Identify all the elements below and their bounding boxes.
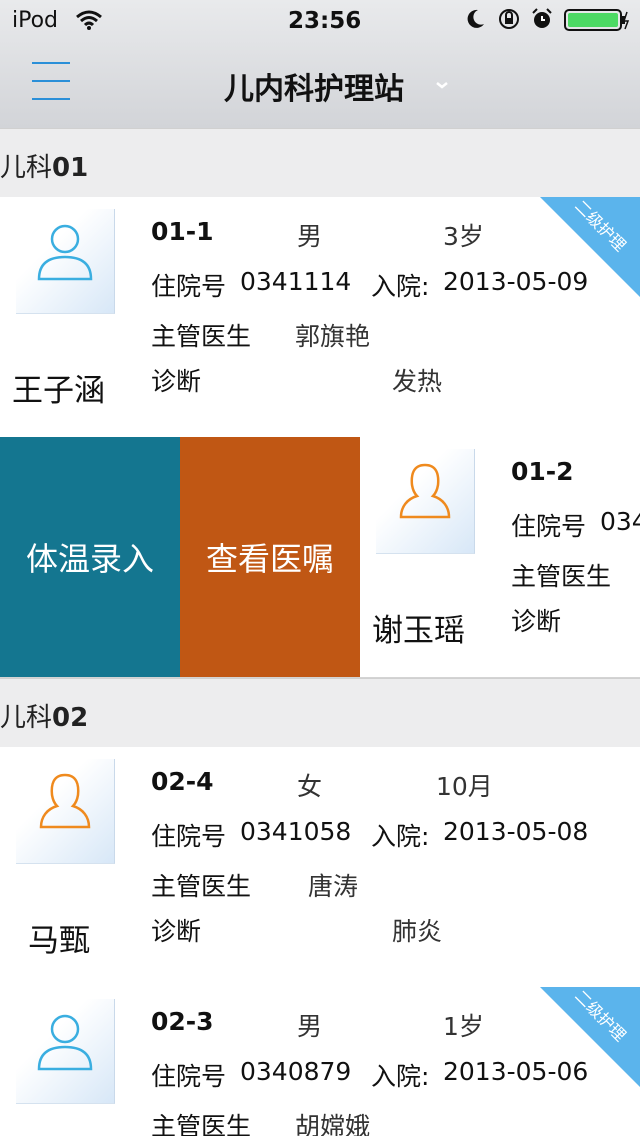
section-label: 儿科02 (0, 697, 88, 734)
patient-sex: 女 (297, 772, 323, 801)
patient-name: 马甄 (28, 923, 90, 959)
chevron-down-icon (436, 82, 448, 89)
section-label: 儿科01 (0, 147, 88, 184)
view-orders-button[interactable]: 查看医嘱 (180, 437, 360, 677)
doctor-label: 主管医生 (151, 1112, 252, 1136)
patient-name: 谢玉瑶 (372, 613, 465, 649)
bed-number: 02-4 (151, 767, 214, 796)
section-header: 儿科02 (0, 678, 640, 748)
carrier-label: iPod (12, 8, 59, 33)
nursing-level-ribbon: 二级护理 (540, 197, 640, 297)
patient-row[interactable]: 马甄 02-4 女 10月 住院号 0341058 入院: 2013-05-08… (0, 747, 640, 988)
admission-no: 0341114 (240, 267, 352, 296)
avatar (16, 209, 115, 314)
admission-no-label: 住院号 (151, 272, 227, 301)
patient-row[interactable]: 02-3 男 1岁 住院号 0340879 入院: 2013-05-06 主管医… (0, 987, 640, 1136)
bed-number: 02-3 (151, 1007, 214, 1036)
menu-icon-line (32, 80, 70, 82)
person-icon (37, 224, 93, 281)
admit-label: 入院: (371, 272, 430, 301)
doctor-name: 胡嫦娥 (295, 1112, 371, 1136)
patient-row[interactable]: 王子涵 01-1 男 3岁 住院号 0341114 入院: 2013-05-09… (0, 197, 640, 438)
diagnosis-label: 诊断 (151, 917, 202, 946)
patient-sex: 男 (297, 1012, 323, 1041)
patient-age: 1岁 (443, 1012, 484, 1041)
station-selector[interactable]: 儿内科护理站 (224, 64, 464, 108)
admission-no-label: 住院号 (511, 512, 587, 541)
section-label-number: 02 (52, 703, 89, 733)
patient-sex: 男 (297, 222, 323, 251)
person-icon (399, 463, 451, 519)
rotation-lock-icon (499, 9, 519, 29)
patient-age: 10月 (436, 772, 493, 801)
diagnosis-label: 诊断 (151, 367, 202, 396)
section-label-prefix: 儿科 (0, 153, 53, 183)
admission-no: 034 (600, 507, 640, 536)
section-label-prefix: 儿科 (0, 703, 53, 733)
patient-row-swiped[interactable]: 体温录入 查看医嘱 谢玉瑶 01-2 住院号 034 主管医生 诊断 (0, 437, 640, 678)
nav-title: 儿内科护理站 (224, 72, 404, 107)
menu-icon-line (32, 98, 70, 100)
admission-no-label: 住院号 (151, 1062, 227, 1091)
moon-icon (467, 9, 484, 28)
top-bar: iPod 23:56 儿内科护理站 (0, 0, 640, 129)
nursing-level-ribbon: 二级护理 (540, 987, 640, 1087)
bed-number: 01-2 (511, 457, 574, 486)
avatar (376, 449, 475, 554)
admission-no-label: 住院号 (151, 822, 227, 851)
doctor-name: 唐涛 (308, 872, 359, 901)
doctor-label: 主管医生 (151, 872, 252, 901)
admit-date: 2013-05-08 (443, 817, 589, 846)
patient-name: 王子涵 (12, 373, 105, 409)
doctor-label: 主管医生 (511, 562, 612, 591)
battery-icon (564, 9, 630, 31)
avatar (16, 999, 115, 1104)
bed-number: 01-1 (151, 217, 214, 246)
patient-age: 3岁 (443, 222, 484, 251)
avatar (16, 759, 115, 864)
section-header: 儿科01 (0, 128, 640, 198)
admit-label: 入院: (371, 1062, 430, 1091)
menu-button[interactable] (20, 56, 80, 106)
clock: 23:56 (288, 8, 362, 34)
admit-label: 入院: (371, 822, 430, 851)
doctor-name: 郭旗艳 (295, 322, 371, 351)
section-label-number: 01 (52, 153, 89, 183)
diagnosis-label: 诊断 (511, 607, 562, 636)
menu-icon (32, 62, 70, 64)
person-icon (39, 773, 91, 829)
admission-no: 0341058 (240, 817, 352, 846)
alarm-icon (532, 8, 552, 28)
person-icon (37, 1014, 93, 1071)
wifi-icon (76, 10, 102, 30)
temperature-entry-button[interactable]: 体温录入 (0, 437, 180, 677)
admission-no: 0340879 (240, 1057, 352, 1086)
doctor-label: 主管医生 (151, 322, 252, 351)
diagnosis: 发热 (392, 367, 443, 396)
diagnosis: 肺炎 (392, 917, 443, 946)
